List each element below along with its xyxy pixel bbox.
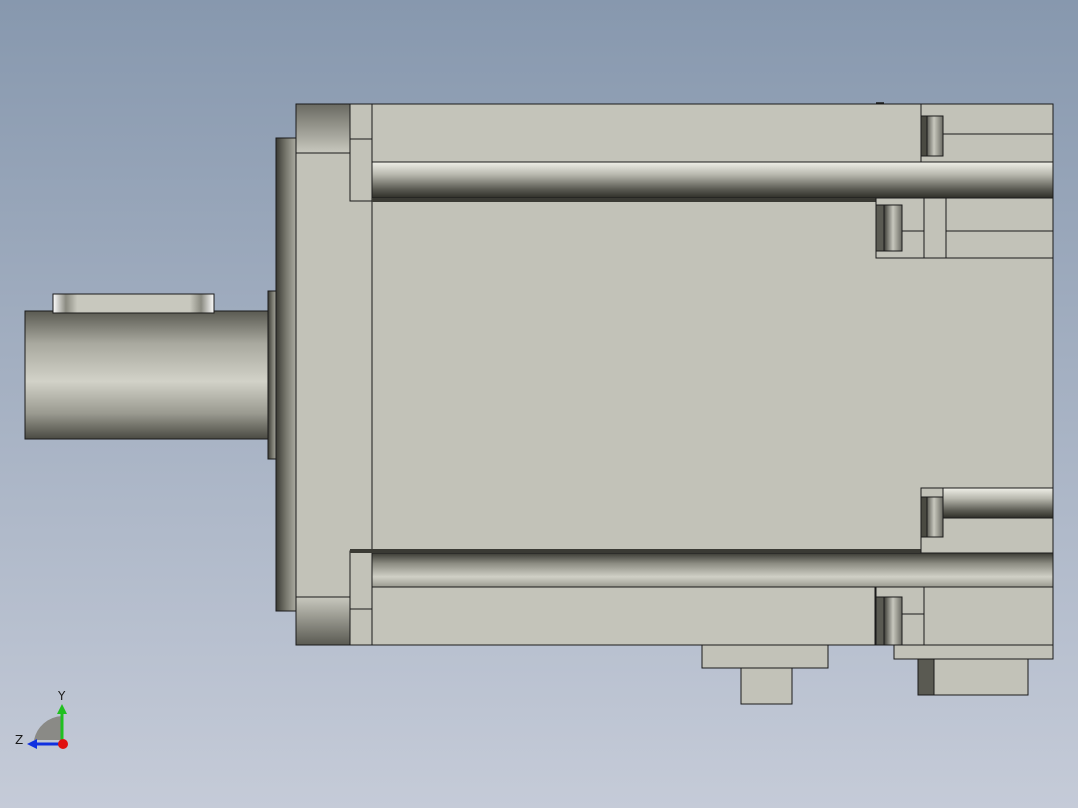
x-axis-point — [58, 739, 68, 749]
y-axis-label: Y — [57, 689, 66, 703]
flange-corner-bottom — [295, 596, 351, 646]
encoder-connector[interactable] — [893, 644, 1054, 696]
graphics-viewport[interactable]: Y Z — [0, 0, 1078, 808]
bolt-head — [883, 204, 903, 252]
rear-cap-mid-upper[interactable] — [875, 197, 1054, 259]
y-axis-arrow — [57, 704, 67, 714]
tie-rod-bottom — [371, 552, 1054, 588]
bolt-head — [924, 115, 944, 157]
flange-pilot — [275, 137, 298, 612]
shaft-key — [52, 293, 215, 314]
view-orientation-triad[interactable]: Y Z — [15, 689, 68, 749]
tie-rod-top — [371, 161, 1054, 199]
motor-housing[interactable] — [350, 103, 1054, 646]
power-connector[interactable] — [701, 644, 829, 705]
flange-corner-top — [295, 103, 351, 154]
rear-cap-mid-lower[interactable] — [875, 586, 1054, 646]
rear-cap-bottom[interactable] — [920, 487, 1054, 554]
rear-cap-top[interactable] — [920, 103, 1054, 163]
front-flange[interactable] — [295, 103, 373, 646]
triad-quadrant — [34, 716, 62, 740]
model-view[interactable]: Y Z — [0, 0, 1078, 808]
z-axis-label: Z — [15, 733, 23, 747]
servo-motor-model[interactable] — [24, 102, 1054, 705]
output-shaft[interactable] — [24, 290, 278, 460]
bolt-head — [883, 596, 903, 646]
z-axis-arrow — [27, 739, 37, 749]
bolt-head — [924, 496, 944, 538]
